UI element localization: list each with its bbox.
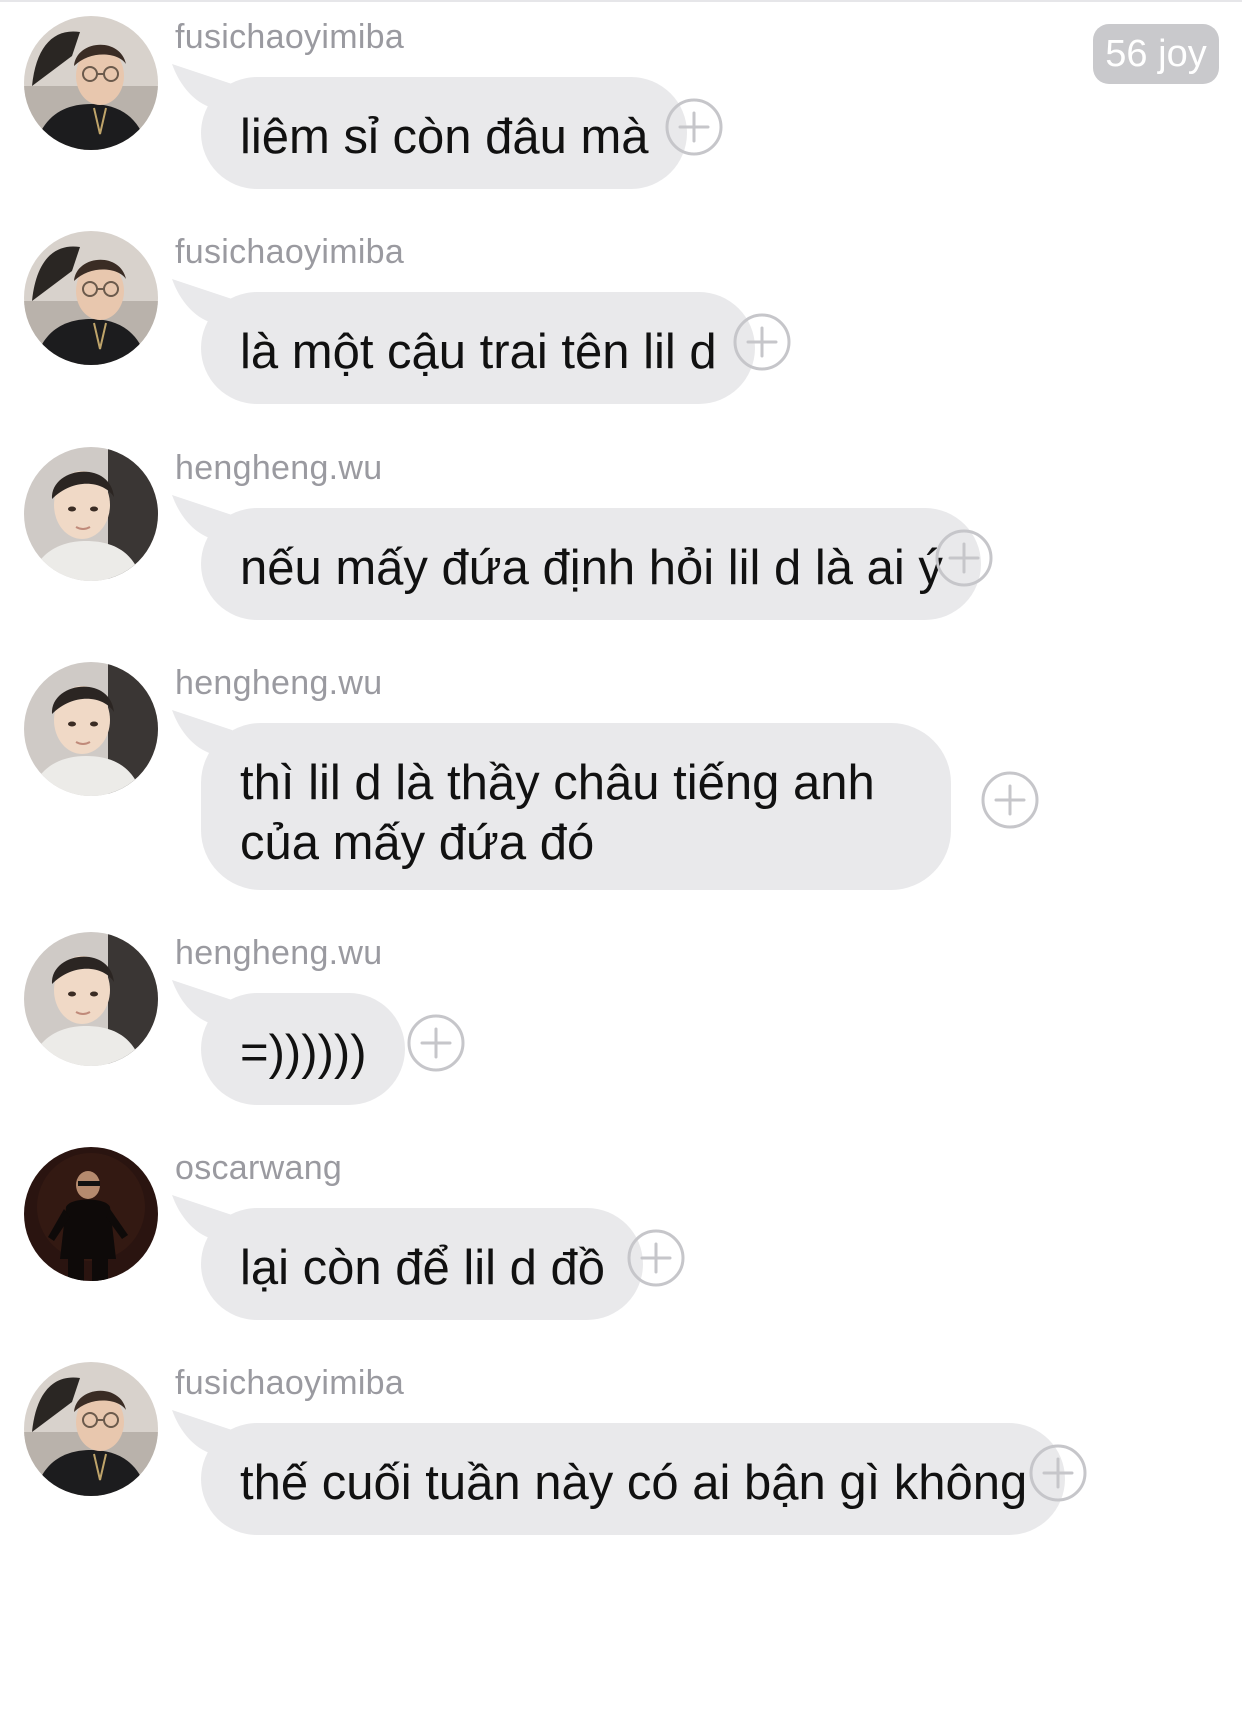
avatar-dark-icon[interactable]	[24, 1147, 158, 1281]
avatar-light-icon[interactable]	[24, 932, 158, 1066]
message-text: liêm sỉ còn đâu mà	[240, 110, 649, 164]
sender-name: hengheng.wu	[175, 664, 383, 702]
reaction-count-badge: 56 joy	[1093, 24, 1219, 84]
sender-name: fusichaoyimiba	[175, 233, 405, 271]
add-reaction-icon[interactable]	[980, 770, 1040, 830]
message-text: =))))))	[240, 1026, 367, 1080]
sender-name: fusichaoyimiba	[175, 1364, 405, 1402]
message-text: là một cậu trai tên lil d	[240, 325, 717, 379]
message-text: nếu mấy đứa định hỏi lil d là ai ý	[240, 541, 943, 595]
sender-name: fusichaoyimiba	[175, 18, 405, 56]
avatar-glasses-icon[interactable]	[24, 231, 158, 365]
sender-name: oscarwang	[175, 1149, 343, 1187]
sender-name: hengheng.wu	[175, 934, 383, 972]
add-reaction-icon[interactable]	[934, 528, 994, 588]
top-divider	[0, 0, 1242, 2]
message-text: thì lil d là thầy châu tiếng anh của mấy…	[240, 756, 875, 870]
avatar-glasses-icon[interactable]	[24, 16, 158, 150]
add-reaction-icon[interactable]	[664, 97, 724, 157]
add-reaction-icon[interactable]	[406, 1013, 466, 1073]
avatar-light-icon[interactable]	[24, 447, 158, 581]
avatar-light-icon[interactable]	[24, 662, 158, 796]
message-bubble[interactable]: liêm sỉ còn đâu mà	[201, 77, 687, 189]
message-bubble[interactable]: thế cuối tuần này có ai bận gì không	[201, 1423, 1066, 1535]
message-text: thế cuối tuần này có ai bận gì không	[240, 1456, 1028, 1510]
message-bubble[interactable]: là một cậu trai tên lil d	[201, 292, 755, 404]
add-reaction-icon[interactable]	[732, 312, 792, 372]
add-reaction-icon[interactable]	[1028, 1443, 1088, 1503]
add-reaction-icon[interactable]	[626, 1228, 686, 1288]
message-bubble[interactable]: lại còn để lil d đồ	[201, 1208, 644, 1320]
message-bubble[interactable]: nếu mấy đứa định hỏi lil d là ai ý	[201, 508, 981, 620]
message-bubble[interactable]: =))))))	[201, 993, 405, 1105]
sender-name: hengheng.wu	[175, 449, 383, 487]
avatar-glasses-icon[interactable]	[24, 1362, 158, 1496]
message-text: lại còn để lil d đồ	[240, 1241, 606, 1295]
message-bubble[interactable]: thì lil d là thầy châu tiếng anh của mấy…	[201, 723, 951, 890]
